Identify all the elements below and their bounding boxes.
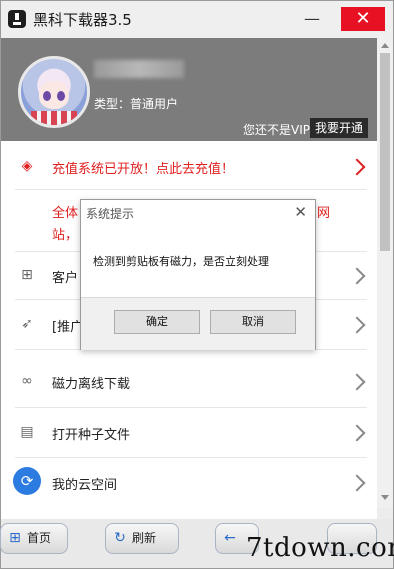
- file-icon: ▤: [20, 424, 34, 440]
- rocket-icon: ➶: [21, 316, 33, 332]
- notice-text-line1-end: 网: [317, 206, 331, 221]
- refresh-button[interactable]: ↻ 刷新: [105, 523, 179, 554]
- user-type-label: 类型：普通用户: [94, 97, 179, 111]
- minimize-button[interactable]: —: [297, 9, 327, 29]
- scroll-up-icon[interactable]: [381, 43, 389, 48]
- download-app-icon: [8, 10, 26, 28]
- scrollbar[interactable]: [377, 38, 393, 508]
- chevron-right-icon: [348, 316, 366, 334]
- refresh-label: 刷新: [132, 531, 157, 545]
- close-icon[interactable]: ✕: [294, 203, 307, 221]
- menu-item-label: 充值系统已开放！点此去充值！: [52, 162, 235, 177]
- title-bar: 黑科下载器3.5 — ✕: [1, 1, 393, 38]
- menu-item-label: 客户: [52, 271, 79, 286]
- notice-text-line1: 全体: [52, 206, 79, 221]
- windows-icon: ⊞: [21, 267, 33, 283]
- refresh-cloud-icon[interactable]: ⟳: [13, 467, 41, 495]
- menu-item-label: 打开种子文件: [52, 428, 131, 443]
- windows-icon: ⊞: [9, 530, 21, 546]
- scrollbar-thumb[interactable]: [380, 53, 390, 251]
- dialog-footer: 确定 取消: [81, 297, 315, 350]
- chevron-right-icon: [348, 158, 366, 176]
- avatar-scarf: [31, 111, 77, 125]
- open-vip-button[interactable]: 我要开通: [310, 118, 368, 138]
- chevron-right-icon: [348, 474, 366, 492]
- avatar[interactable]: [18, 56, 90, 128]
- menu-item-magnet[interactable]: ∞ 磁力离线下载: [15, 349, 367, 408]
- vip-status-text: 您还不是VIP: [243, 123, 310, 137]
- menu-item-cloud[interactable]: 我的云空间: [15, 457, 367, 507]
- menu-item-recharge[interactable]: ◈ 充值系统已开放！点此去充值！: [15, 141, 367, 190]
- home-button[interactable]: ⊞ 首页: [0, 523, 68, 554]
- dialog-title: 系统提示: [86, 207, 135, 221]
- avatar-eye: [57, 91, 65, 101]
- refresh-icon: ↻: [114, 530, 126, 546]
- link-icon: ∞: [21, 373, 33, 389]
- home-label: 首页: [27, 531, 52, 545]
- notice-text-line2: 站，: [52, 228, 79, 243]
- menu-item-torrent[interactable]: ▤ 打开种子文件: [15, 407, 367, 458]
- profile-banner: 类型：普通用户 您还不是VIP 我要开通: [1, 38, 377, 141]
- window-title: 黑科下载器3.5: [33, 11, 132, 29]
- username-blurred: [94, 60, 184, 78]
- system-prompt-dialog: 系统提示 ✕ 检测到剪贴板有磁力，是否立刻处理 确定 取消: [80, 199, 316, 350]
- menu-item-label: 我的云空间: [52, 478, 118, 493]
- close-button[interactable]: ✕: [341, 7, 385, 31]
- ruby-icon: ◈: [21, 158, 33, 174]
- avatar-eye: [43, 91, 51, 101]
- menu-item-label: 磁力离线下载: [52, 377, 131, 392]
- chevron-right-icon: [348, 267, 366, 285]
- dialog-message: 检测到剪贴板有磁力，是否立刻处理: [93, 255, 269, 268]
- app-window: 黑科下载器3.5 — ✕ 类型：普通用户 您还不是VIP 我要开通 ◈ 充值系统…: [0, 0, 394, 569]
- ok-button[interactable]: 确定: [114, 310, 200, 334]
- menu-item-label: [推广: [52, 320, 84, 335]
- cancel-button[interactable]: 取消: [210, 310, 296, 334]
- scroll-down-icon[interactable]: [381, 495, 389, 500]
- watermark: 7tdown.com: [246, 533, 394, 563]
- chevron-right-icon: [348, 373, 366, 391]
- back-arrow-icon: ←: [224, 530, 236, 546]
- chevron-right-icon: [348, 424, 366, 442]
